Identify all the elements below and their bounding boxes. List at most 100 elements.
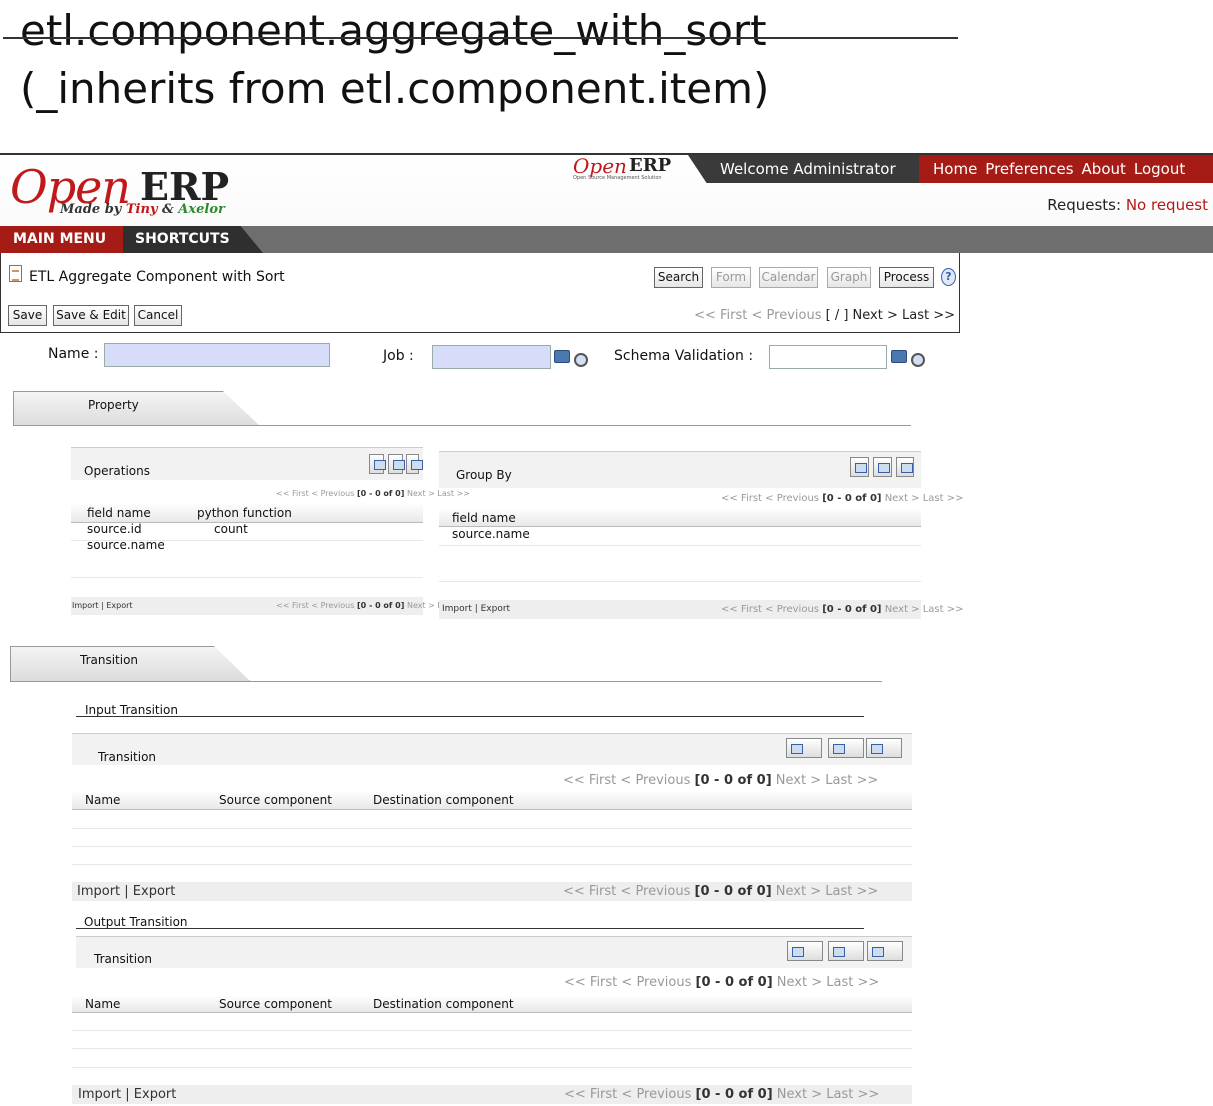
pager-last[interactable]: Last >> (902, 308, 955, 323)
operations-import-export[interactable]: Import | Export (72, 601, 133, 610)
transition-tab-line (10, 681, 882, 682)
job-select-icon[interactable] (554, 350, 570, 363)
output-transition-print-icon[interactable] (828, 941, 864, 961)
row-divider (71, 577, 423, 578)
requests-label: Requests: (1047, 196, 1122, 214)
output-transition-section: Output Transition (84, 915, 188, 929)
output-transition-pager: << First < Previous [0 - 0 of 0] Next > … (564, 975, 880, 990)
output-transition-edit-icon[interactable] (867, 941, 903, 961)
openerp-small-logo: Open ERP Open Source Management Solution (573, 154, 672, 181)
schema-validation-input[interactable] (769, 345, 887, 369)
input-transition-import-export[interactable]: Import | Export (77, 884, 175, 899)
table-row-cell[interactable]: source.name (87, 538, 165, 552)
table-row-cell[interactable]: source.id (87, 522, 142, 536)
input-transition-col-source[interactable]: Source component (219, 793, 332, 807)
job-input[interactable] (432, 345, 551, 369)
input-transition-new-icon[interactable] (786, 738, 822, 758)
input-transition-grid-title: Transition (98, 750, 157, 764)
groupby-import-export[interactable]: Import | Export (442, 604, 510, 614)
document-icon (9, 265, 22, 282)
operations-edit-icon[interactable] (406, 454, 423, 474)
schema-validation-label: Schema Validation : (614, 348, 754, 364)
name-input[interactable] (104, 343, 330, 367)
graph-view-button[interactable]: Graph (827, 267, 871, 288)
groupby-print-icon[interactable] (873, 457, 892, 477)
pager-first[interactable]: << First (694, 308, 747, 323)
input-transition-pager: << First < Previous [0 - 0 of 0] Next > … (563, 773, 879, 788)
row-divider (72, 1067, 912, 1068)
form-title: ETL Aggregate Component with Sort (29, 269, 285, 285)
main-menu-tab[interactable]: MAIN MENU (0, 226, 123, 253)
output-transition-separator (76, 928, 864, 929)
page-heading: etl.component.aggregate_with_sort (_inhe… (20, 2, 769, 118)
tab-property[interactable]: Property (13, 391, 260, 426)
output-transition-col-source[interactable]: Source component (219, 997, 332, 1011)
input-transition-print-icon[interactable] (828, 738, 864, 758)
schema-search-icon[interactable] (911, 353, 925, 367)
nav-about-link[interactable]: About (1082, 160, 1126, 178)
requests-link[interactable]: No request (1126, 196, 1208, 214)
schema-select-icon[interactable] (891, 350, 907, 363)
output-transition-col-destination[interactable]: Destination component (373, 997, 514, 1011)
toolbar-divider (3, 37, 958, 39)
operations-new-icon[interactable] (369, 454, 386, 474)
groupby-footer-pager: << First < Previous [0 - 0 of 0] Next > … (721, 604, 964, 615)
input-transition-col-name[interactable]: Name (85, 793, 120, 807)
table-row-cell[interactable]: count (214, 522, 248, 536)
row-divider (72, 828, 912, 829)
row-divider (439, 581, 921, 582)
operations-col-field-name[interactable]: field name (87, 506, 151, 520)
row-divider (72, 864, 912, 865)
input-transition-section: Input Transition (85, 703, 178, 717)
input-transition-footer-pager: << First < Previous [0 - 0 of 0] Next > … (563, 884, 879, 899)
output-transition-import-export[interactable]: Import | Export (78, 1087, 176, 1102)
top-nav: Home Preferences About Logout (919, 155, 1213, 183)
job-search-icon[interactable] (574, 353, 588, 367)
tab-transition[interactable]: Transition (10, 646, 250, 681)
operations-col-python-function[interactable]: python function (197, 506, 292, 520)
heading-line-1: etl.component.aggregate_with_sort (20, 6, 767, 55)
pager-position: [ / ] (825, 308, 849, 323)
tab-property-label: Property (88, 398, 139, 412)
groupby-col-field-name[interactable]: field name (452, 511, 516, 525)
nav-preferences-link[interactable]: Preferences (985, 160, 1073, 178)
output-transition-col-name[interactable]: Name (85, 997, 120, 1011)
process-view-button[interactable]: Process (879, 267, 934, 288)
nav-logout-link[interactable]: Logout (1134, 160, 1185, 178)
table-row-cell[interactable]: source.name (452, 527, 530, 541)
input-transition-edit-icon[interactable] (866, 738, 902, 758)
groupby-pager: << First < Previous [0 - 0 of 0] Next > … (721, 493, 964, 504)
input-transition-separator (76, 716, 864, 717)
heading-line-2: (_inherits from etl.component.item) (20, 64, 770, 113)
operations-pager: << First < Previous [0 - 0 of 0] Next > … (276, 489, 471, 498)
operations-print-icon[interactable] (388, 454, 405, 474)
property-tab-line (13, 425, 911, 426)
groupby-new-icon[interactable] (850, 457, 869, 477)
cancel-button[interactable]: Cancel (134, 305, 182, 326)
shortcuts-tab[interactable]: SHORTCUTS (123, 226, 263, 253)
form-view-button[interactable]: Form (711, 267, 751, 288)
input-transition-col-destination[interactable]: Destination component (373, 793, 514, 807)
pager-previous[interactable]: < Previous (752, 308, 822, 323)
row-divider (72, 1048, 912, 1049)
output-transition-footer-pager: << First < Previous [0 - 0 of 0] Next > … (564, 1087, 880, 1102)
job-label: Job : (383, 348, 414, 364)
pager-next[interactable]: Next > (853, 308, 898, 323)
help-icon[interactable]: ? (941, 268, 956, 286)
logo-tagline: Made by Tiny & Axelor (60, 202, 225, 217)
groupby-edit-icon[interactable] (896, 457, 914, 477)
record-pager: << First < Previous [ / ] Next > Last >> (694, 308, 955, 323)
nav-home-link[interactable]: Home (933, 160, 977, 178)
search-view-button[interactable]: Search (654, 267, 703, 288)
save-button[interactable]: Save (8, 305, 47, 326)
name-label: Name : (48, 346, 99, 362)
openerp-logo[interactable]: Open ERP Made by Tiny & Axelor (10, 160, 240, 222)
output-transition-grid-title: Transition (94, 952, 153, 966)
save-and-edit-button[interactable]: Save & Edit (53, 305, 129, 326)
row-divider (72, 1030, 912, 1031)
requests-status: Requests: No request (1047, 196, 1208, 214)
operations-grid-title: Operations (84, 464, 150, 478)
calendar-view-button[interactable]: Calendar (759, 267, 818, 288)
output-transition-new-icon[interactable] (787, 941, 823, 961)
welcome-text: Welcome Administrator (688, 155, 920, 183)
